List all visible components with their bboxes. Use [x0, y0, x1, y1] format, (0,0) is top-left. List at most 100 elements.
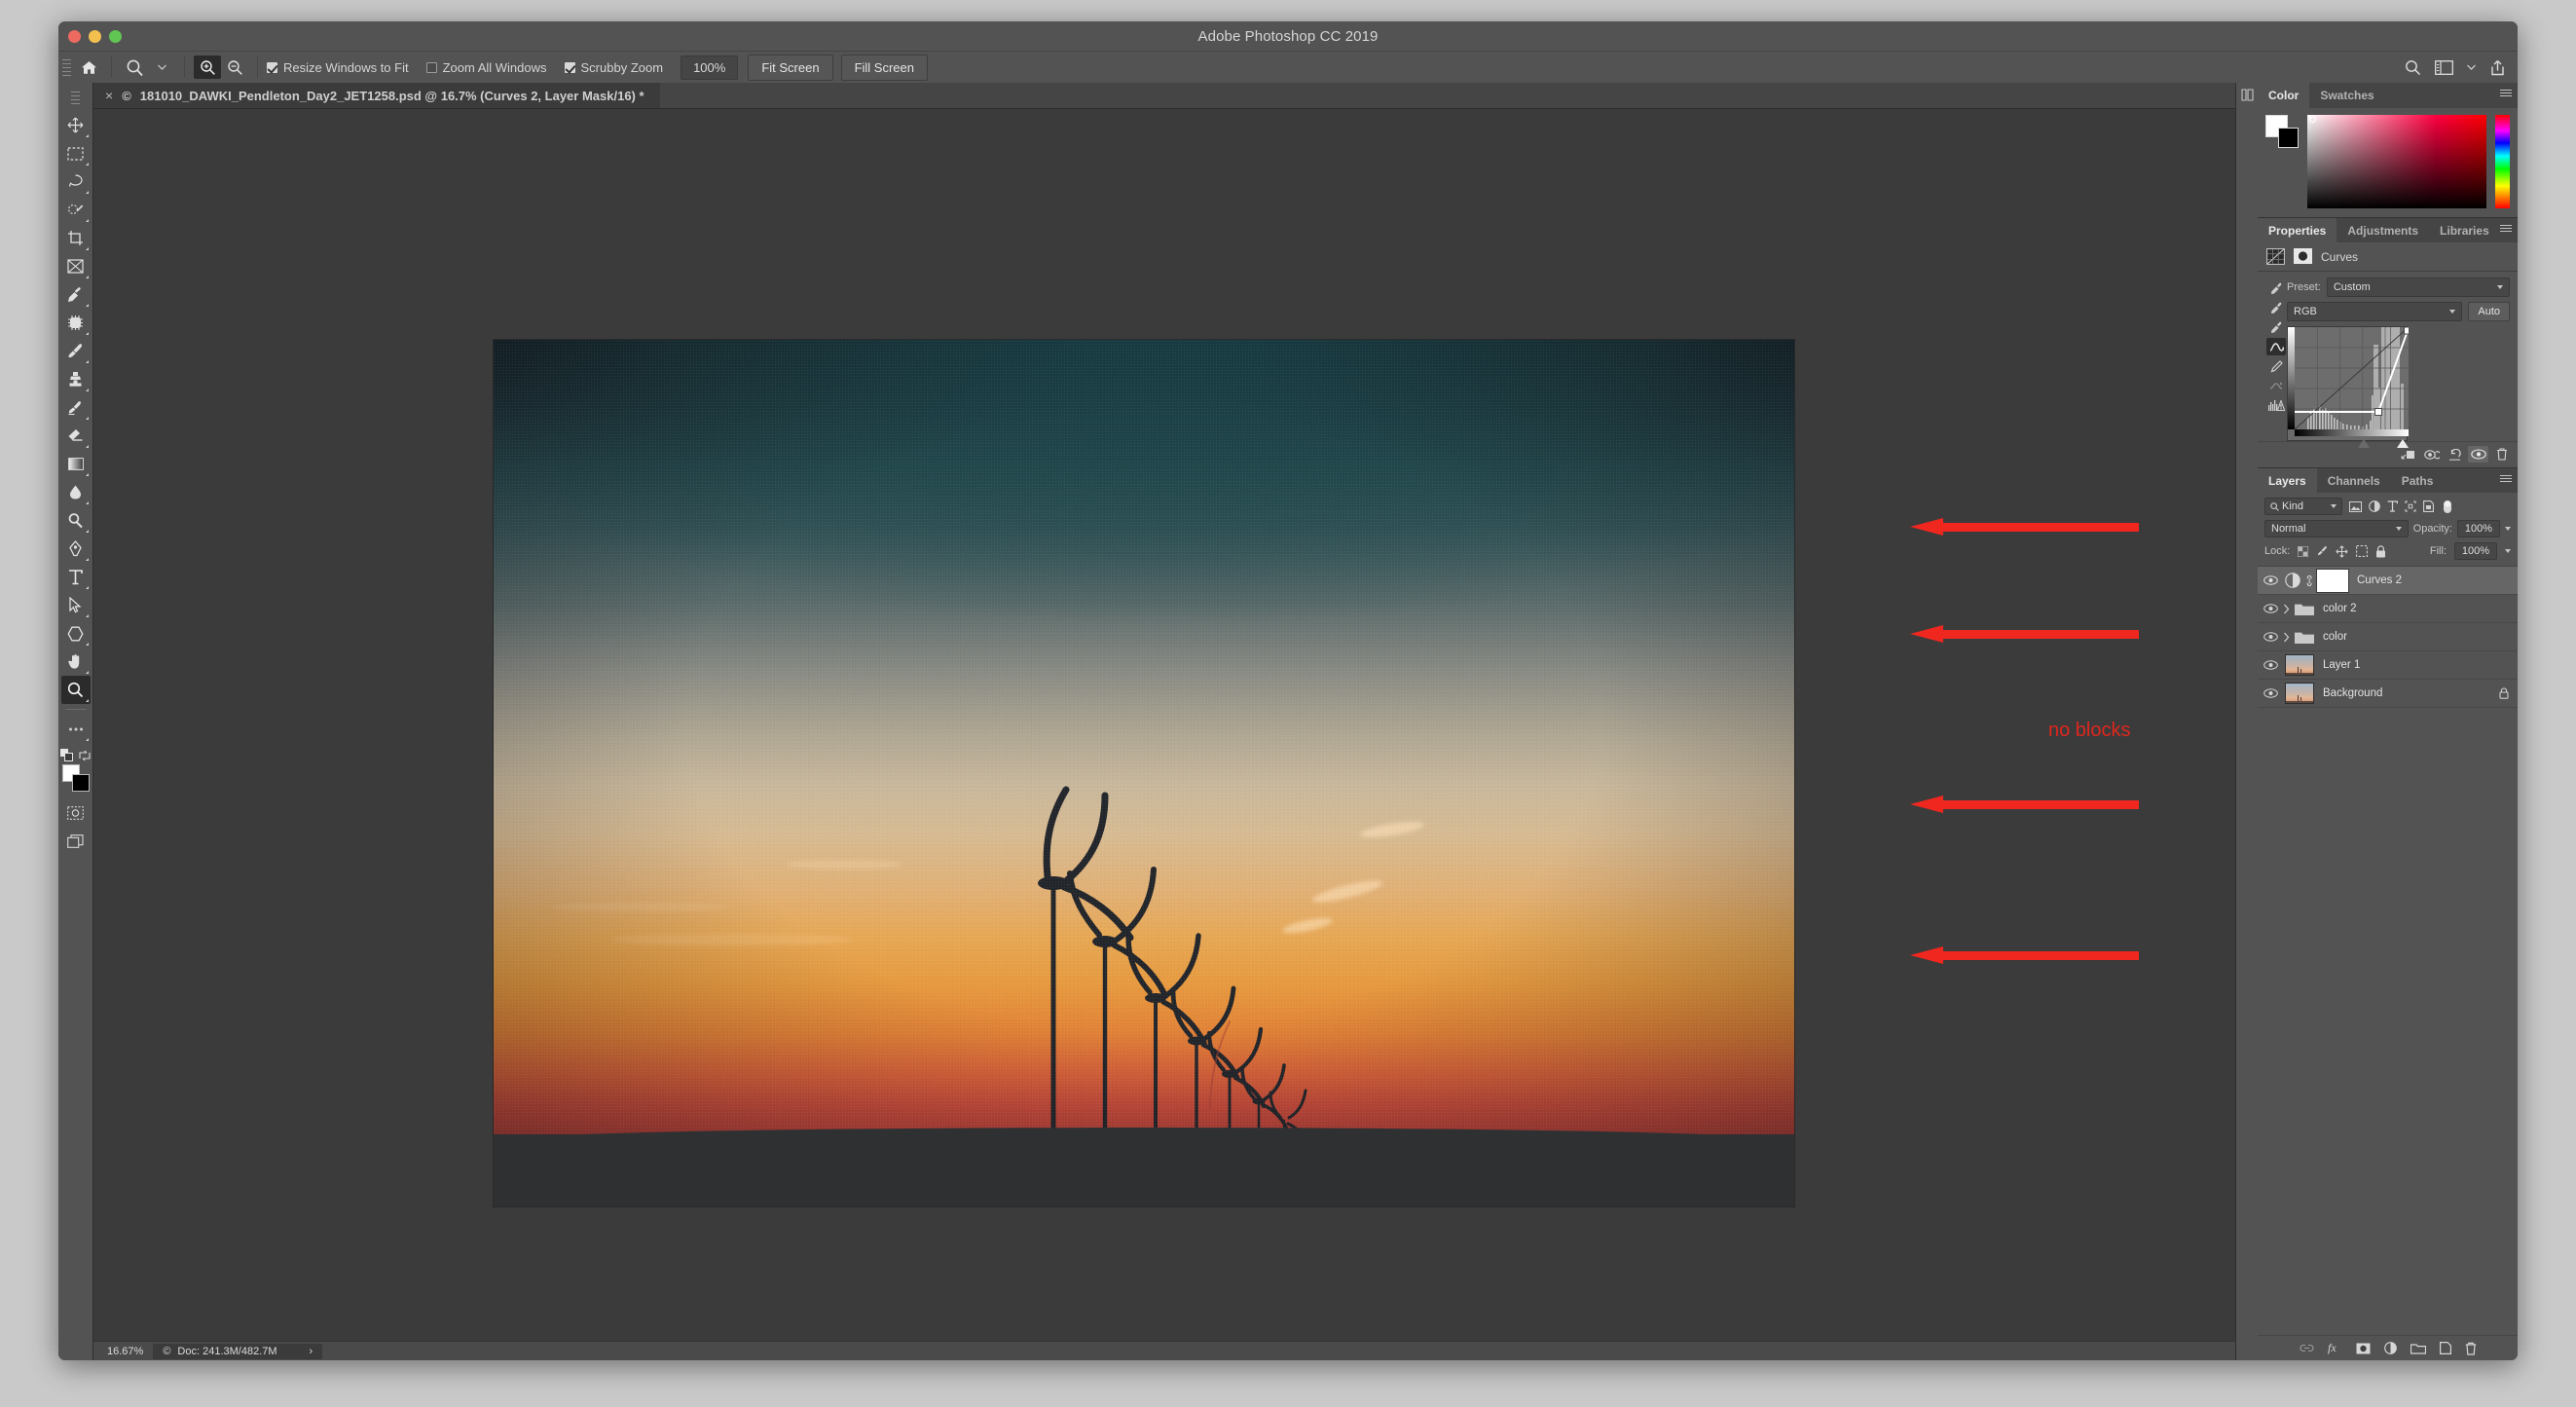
- screen-mode-icon[interactable]: [61, 827, 91, 855]
- layer-thumbnail[interactable]: [2285, 654, 2314, 676]
- color-panel-swatches[interactable]: [2265, 115, 2299, 148]
- delete-layer-icon[interactable]: [2465, 1342, 2477, 1355]
- toolbar-grip[interactable]: [71, 87, 80, 108]
- tab-libraries[interactable]: Libraries: [2429, 218, 2500, 242]
- workspace-icon[interactable]: [2435, 59, 2453, 75]
- shape-tool[interactable]: [61, 619, 91, 648]
- tab-channels[interactable]: Channels: [2317, 468, 2391, 493]
- add-layer-mask-icon[interactable]: [2356, 1343, 2371, 1354]
- table-row[interactable]: color 2: [2258, 595, 2518, 623]
- spot-healing-brush-tool[interactable]: [61, 309, 91, 337]
- status-zoom-level[interactable]: 16.67%: [93, 1346, 153, 1357]
- eyedropper-tool[interactable]: [61, 280, 91, 309]
- zoom-percent-button[interactable]: 100%: [681, 55, 739, 80]
- home-icon[interactable]: [75, 56, 102, 79]
- group-expand-chevron-icon[interactable]: [2283, 632, 2290, 643]
- background-color-chip[interactable]: [2278, 128, 2299, 148]
- layer-visibility-icon[interactable]: [2260, 660, 2281, 670]
- scrubby-zoom-checkbox[interactable]: Scrubby Zoom: [564, 60, 663, 75]
- history-brush-tool[interactable]: [61, 393, 91, 422]
- status-expand-icon[interactable]: ›: [310, 1346, 313, 1357]
- expand-panels-icon[interactable]: [2240, 89, 2254, 101]
- fill-chevron-icon[interactable]: [2505, 549, 2511, 553]
- new-group-icon[interactable]: [2410, 1343, 2426, 1354]
- color-panel-menu-icon[interactable]: [2500, 90, 2512, 96]
- clone-stamp-tool[interactable]: [61, 365, 91, 393]
- blur-tool[interactable]: [61, 478, 91, 506]
- curve-point-tool-icon[interactable]: [2266, 338, 2286, 355]
- layer-thumbnail[interactable]: [2285, 683, 2314, 704]
- layer-visibility-icon[interactable]: [2260, 575, 2281, 585]
- layer-visibility-icon[interactable]: [2260, 604, 2281, 613]
- smooth-curve-icon[interactable]: [2266, 377, 2286, 394]
- color-field[interactable]: [2307, 115, 2486, 208]
- clip-to-layer-icon[interactable]: [2398, 446, 2418, 463]
- channel-select[interactable]: RGB: [2287, 302, 2463, 321]
- tab-color[interactable]: Color: [2258, 83, 2310, 108]
- pencil-draw-curve-icon[interactable]: [2266, 357, 2286, 375]
- layer-visibility-icon[interactable]: [2260, 632, 2281, 642]
- fill-screen-button[interactable]: Fill Screen: [840, 54, 928, 81]
- close-window-button[interactable]: [68, 30, 81, 43]
- filter-shape-icon[interactable]: [2405, 500, 2416, 512]
- status-doc-size[interactable]: © Doc: 241.3M/482.7M ›: [153, 1343, 323, 1359]
- type-tool[interactable]: [61, 563, 91, 591]
- curves-adjustment-icon[interactable]: [2266, 248, 2285, 265]
- add-layer-style-icon[interactable]: fx: [2328, 1342, 2342, 1354]
- zoom-out-icon[interactable]: [221, 56, 248, 79]
- tab-properties[interactable]: Properties: [2258, 218, 2337, 242]
- opacity-chevron-icon[interactable]: [2505, 527, 2511, 531]
- resize-windows-to-fit-checkbox[interactable]: Resize Windows to Fit: [267, 60, 409, 75]
- gray-point-eyedropper-icon[interactable]: [2266, 299, 2286, 316]
- zoom-tool[interactable]: [60, 676, 91, 704]
- maximize-window-button[interactable]: [109, 30, 122, 43]
- layer-visibility-icon[interactable]: [2260, 688, 2281, 698]
- reset-icon[interactable]: [2445, 446, 2465, 463]
- mask-link-icon[interactable]: [2305, 574, 2313, 587]
- curves-graph[interactable]: [2287, 326, 2409, 448]
- color-swatches[interactable]: [61, 763, 91, 793]
- move-tool[interactable]: [61, 111, 91, 139]
- background-color-swatch[interactable]: [71, 774, 90, 792]
- document-tab[interactable]: × © 181010_DAWKI_Pendleton_Day2_JET1258.…: [93, 83, 660, 108]
- hue-slider[interactable]: [2495, 115, 2510, 208]
- brush-tool[interactable]: [61, 337, 91, 365]
- white-point-eyedropper-icon[interactable]: [2266, 318, 2286, 336]
- lock-all-icon[interactable]: [2375, 544, 2386, 558]
- black-input-slider[interactable]: [2358, 439, 2370, 448]
- rectangular-marquee-tool[interactable]: [61, 139, 91, 167]
- fill-value[interactable]: 100%: [2454, 542, 2497, 560]
- tab-adjustments[interactable]: Adjustments: [2337, 218, 2429, 242]
- tool-preset-chevron-icon[interactable]: [148, 56, 175, 79]
- link-layers-icon[interactable]: [2300, 1344, 2314, 1352]
- path-selection-tool[interactable]: [61, 591, 91, 619]
- options-bar-grip[interactable]: [62, 56, 71, 78]
- hand-tool[interactable]: [61, 648, 91, 676]
- auto-button[interactable]: Auto: [2468, 302, 2510, 321]
- table-row[interactable]: color: [2258, 623, 2518, 651]
- opacity-value[interactable]: 100%: [2457, 520, 2500, 537]
- lock-artboard-icon[interactable]: [2356, 545, 2369, 557]
- new-adjustment-layer-icon[interactable]: [2383, 1342, 2397, 1354]
- share-icon[interactable]: [2489, 59, 2506, 76]
- layers-panel-menu-icon[interactable]: [2500, 475, 2512, 482]
- close-document-icon[interactable]: ×: [105, 88, 113, 103]
- toggle-visibility-icon[interactable]: [2468, 446, 2488, 463]
- swap-colors-icon[interactable]: [79, 750, 91, 761]
- filter-smart-object-icon[interactable]: [2423, 500, 2434, 512]
- filter-toggle-switch[interactable]: [2443, 500, 2452, 514]
- edit-toolbar-icon[interactable]: [61, 715, 91, 743]
- lock-position-icon[interactable]: [2336, 544, 2348, 558]
- crop-tool[interactable]: [61, 224, 91, 252]
- quick-selection-tool[interactable]: [61, 196, 91, 224]
- fit-screen-button[interactable]: Fit Screen: [748, 54, 833, 81]
- histogram-warning-icon[interactable]: [2266, 396, 2286, 414]
- pen-tool[interactable]: [61, 535, 91, 563]
- curves-adjustment-thumbnail[interactable]: [2285, 573, 2300, 588]
- table-row[interactable]: Background: [2258, 680, 2518, 708]
- dodge-tool[interactable]: [61, 506, 91, 535]
- new-layer-icon[interactable]: [2439, 1342, 2451, 1354]
- lock-transparent-pixels-icon[interactable]: [2298, 545, 2309, 557]
- lock-image-pixels-icon[interactable]: [2316, 545, 2328, 557]
- black-point-eyedropper-icon[interactable]: [2266, 279, 2286, 297]
